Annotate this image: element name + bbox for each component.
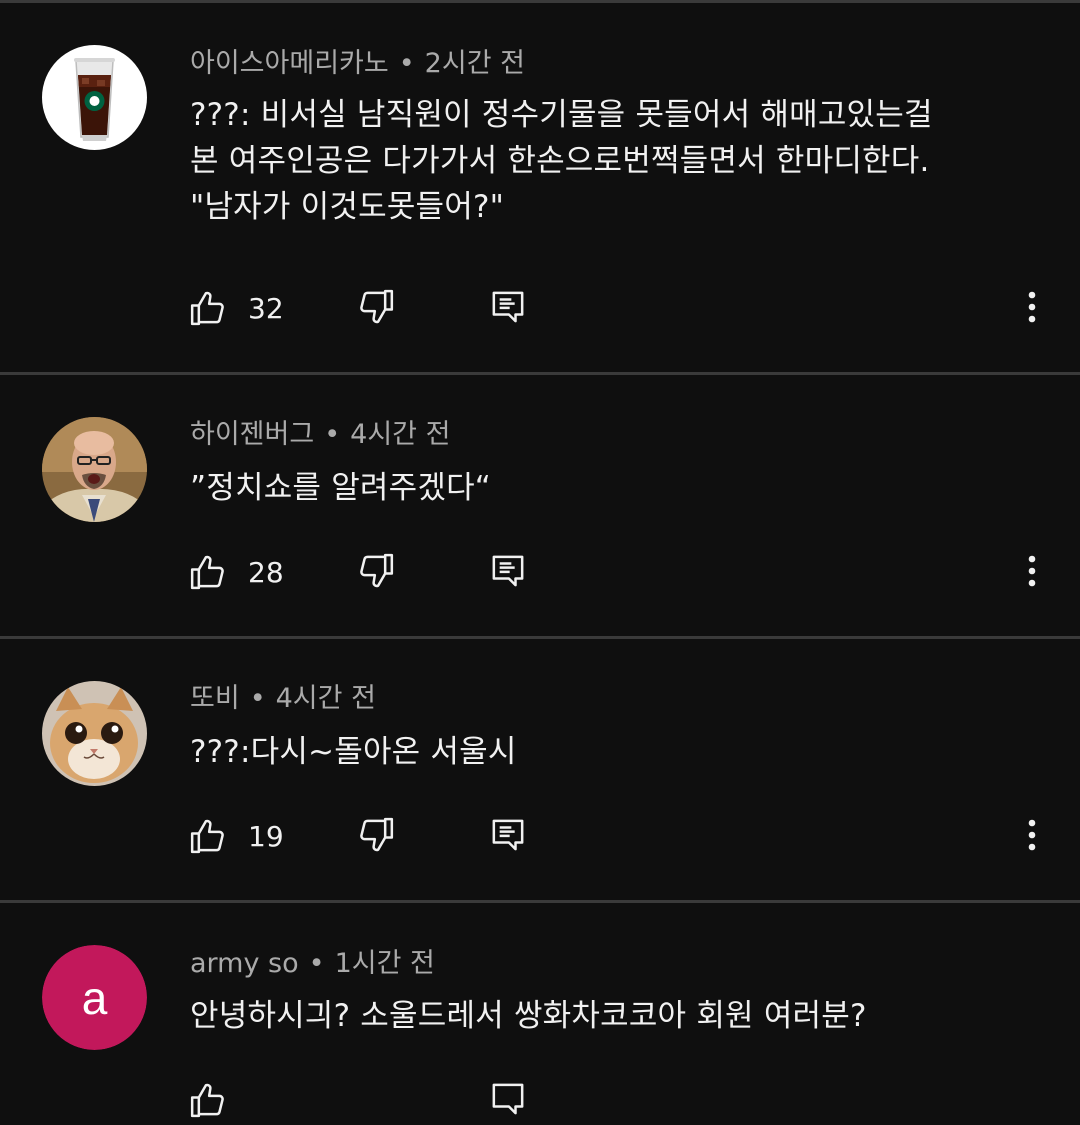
comment-text: 안녕하시긔? 소울드레서 쌍화차코코아 회원 여러분? [190,993,1050,1039]
cat-avatar-icon [42,681,147,786]
comment-meta: army so • 1시간 전 [190,946,435,982]
comment-actions: 28 [0,547,1080,597]
comment-line: 안녕하시긔? 소울드레서 쌍화차코코아 회원 여러분? [190,998,867,1034]
comment-text: ???: 비서실 남직원이 정수기물을 못들어서 해매고있는걸 본 여주인공은 … [190,92,1050,230]
dislike-button[interactable] [356,815,396,859]
thumbs-up-icon [190,1083,224,1118]
comment-time[interactable]: 4시간 전 [350,419,450,450]
author-name[interactable]: 아이스아메리카노 [190,48,389,79]
top-divider [0,0,1080,3]
like-count: 28 [248,555,284,589]
meta-separator: • [308,948,325,979]
comment-line: ”정치쇼를 알려주겠다“ [190,470,492,506]
comment-meta: 아이스아메리카노 • 2시간 전 [190,46,525,82]
comment-text: ”정치쇼를 알려주겠다“ [190,465,1050,511]
avatar[interactable] [42,681,147,786]
reply-button[interactable] [488,1079,528,1123]
author-name[interactable]: 또비 [190,683,240,714]
thumbs-up-icon [190,291,224,326]
comment-actions: 19 [0,811,1080,861]
reply-button[interactable] [488,815,528,859]
comment-line: 본 여주인공은 다가가서 한손으로번쩍들면서 한마디한다. [190,143,930,179]
like-count: 19 [248,819,284,853]
bald-man-avatar-icon [42,417,147,522]
comment-actions-partial [0,1075,1080,1125]
comment-line: ???:다시~돌아온 서울시 [190,734,517,770]
more-vertical-icon [1028,291,1036,323]
more-options-button[interactable] [1018,287,1046,331]
author-name[interactable]: army so [190,948,299,979]
comment-time[interactable]: 4시간 전 [276,683,376,714]
avatar[interactable] [42,417,147,522]
avatar[interactable] [42,45,147,150]
meta-separator: • [249,683,266,714]
comment-time[interactable]: 2시간 전 [425,48,525,79]
reply-comment-icon [492,291,524,323]
thumbs-down-icon [360,817,394,852]
comment-divider [0,900,1080,903]
reply-button[interactable] [488,551,528,595]
thumbs-down-icon [360,289,394,324]
reply-comment-icon [492,1083,524,1115]
meta-separator: • [398,48,415,79]
comment-meta: 하이젠버그 • 4시간 전 [190,417,450,453]
reply-comment-icon [492,555,524,587]
like-button[interactable]: 19 [188,811,284,861]
dislike-button[interactable] [356,551,396,595]
letter-avatar: a [42,945,147,1050]
dislike-button[interactable] [356,287,396,331]
comment-line: "남자가 이것도못들어?" [190,189,505,225]
reply-comment-icon [492,819,524,851]
avatar[interactable]: a [42,945,147,1050]
like-button[interactable]: 28 [188,547,284,597]
more-options-button[interactable] [1018,551,1046,595]
more-vertical-icon [1028,555,1036,587]
thumbs-up-icon [190,819,224,854]
comment-text: ???:다시~돌아온 서울시 [190,729,1050,775]
meta-separator: • [324,419,341,450]
like-count: 32 [248,291,284,325]
comment-divider [0,636,1080,639]
like-button[interactable] [188,1075,228,1125]
more-options-button[interactable] [1018,815,1046,859]
author-name[interactable]: 하이젠버그 [190,419,314,450]
more-vertical-icon [1028,819,1036,851]
iced-coffee-avatar-icon [42,45,147,150]
like-button[interactable]: 32 [188,283,284,333]
reply-button[interactable] [488,287,528,331]
comment-time[interactable]: 1시간 전 [335,948,435,979]
comment-line: ???: 비서실 남직원이 정수기물을 못들어서 해매고있는걸 [190,97,933,133]
thumbs-up-icon [190,555,224,590]
comment-divider [0,372,1080,375]
comment-actions: 32 [0,283,1080,333]
comment-meta: 또비 • 4시간 전 [190,681,376,717]
thumbs-down-icon [360,553,394,588]
